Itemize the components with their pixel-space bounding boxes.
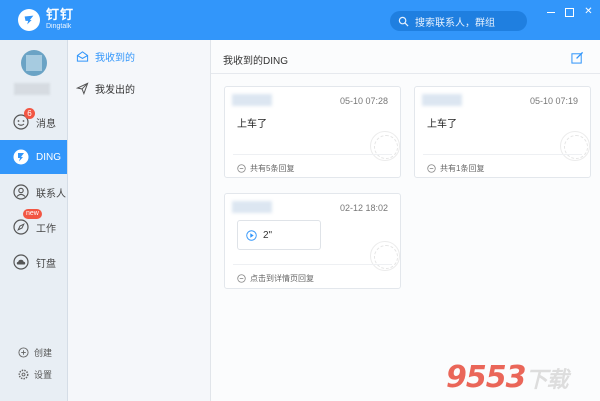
play-icon	[246, 229, 257, 241]
plus-circle-icon	[18, 347, 29, 358]
sender-name-blurred	[232, 201, 272, 213]
app-brand: 钉钉 Dingtalk	[46, 7, 74, 31]
comment-icon	[237, 274, 246, 283]
ding-icon	[12, 148, 30, 166]
comment-icon	[427, 164, 436, 173]
subnav-item-received[interactable]: 我收到的	[76, 45, 196, 67]
reply-link[interactable]: 点击到详情页回复	[237, 273, 314, 284]
card-divider	[233, 154, 392, 155]
nav-item-label: 联系人	[36, 188, 66, 200]
nav-item-label: 钉盘	[36, 258, 56, 270]
voice-duration: 2"	[263, 229, 273, 241]
reply-count[interactable]: 共有5条回复	[237, 163, 294, 174]
unread-badge: 6	[24, 108, 35, 119]
search-input[interactable]: 搜索联系人，群组	[390, 11, 527, 31]
read-stamp-icon	[370, 241, 400, 271]
ding-text: 上车了	[237, 119, 267, 130]
sender-name-blurred	[422, 94, 462, 106]
main-header: 我收到的DING	[211, 40, 600, 74]
title-bar: 钉钉 Dingtalk 搜索联系人，群组 ✕	[0, 0, 600, 40]
reply-label: 共有5条回复	[250, 164, 295, 173]
ding-text: 上车了	[427, 119, 457, 130]
chat-icon: 6	[12, 108, 35, 131]
window-controls: ✕	[545, 6, 594, 17]
voice-message[interactable]: 2"	[237, 220, 321, 250]
watermark-suffix: 下载	[525, 368, 569, 393]
watermark-number: 9553	[446, 360, 526, 395]
reply-label: 共有1条回复	[440, 164, 485, 173]
site-watermark: 9553下载	[446, 360, 569, 395]
read-stamp-icon	[560, 131, 590, 161]
gear-icon	[18, 369, 29, 380]
nav-item-label: DING	[36, 151, 61, 163]
nav-item-contacts[interactable]: 联系人	[0, 175, 67, 209]
nav-item-label: 消息	[36, 118, 56, 130]
subnav-label: 我收到的	[95, 52, 135, 64]
app-name: 钉钉	[46, 7, 75, 22]
nav-item-messages[interactable]: 6 消息	[0, 105, 67, 139]
nav-item-work[interactable]: new 工作	[0, 209, 67, 244]
app-name-en: Dingtalk	[46, 23, 72, 30]
page-title: 我收到的DING	[223, 56, 288, 67]
compass-icon: new	[12, 209, 42, 236]
minimize-icon[interactable]	[545, 6, 556, 17]
ding-card[interactable]: 05-10 07:28 上车了 共有5条回复	[224, 86, 401, 178]
avatar[interactable]	[21, 50, 47, 76]
settings-label: 设置	[34, 370, 53, 380]
comment-icon	[237, 164, 246, 173]
nav-item-label: 工作	[36, 223, 56, 235]
nav-item-ding[interactable]: DING	[0, 140, 67, 174]
card-divider	[423, 154, 582, 155]
subnav-label: 我发出的	[95, 84, 135, 96]
reply-label: 点击到详情页回复	[250, 274, 314, 283]
reply-count[interactable]: 共有1条回复	[427, 163, 484, 174]
create-button[interactable]: 创建	[18, 346, 52, 359]
main-nav: 6 消息 DING 联系人 new 工作 钉盘 创建 设置	[0, 40, 68, 401]
close-icon[interactable]: ✕	[583, 6, 594, 17]
ding-card[interactable]: 05-10 07:19 上车了 共有1条回复	[414, 86, 591, 178]
ding-time: 02-12 18:02	[339, 203, 388, 213]
nav-item-drive[interactable]: 钉盘	[0, 245, 67, 279]
compose-icon[interactable]	[571, 51, 584, 64]
send-icon	[76, 81, 89, 95]
settings-button[interactable]: 设置	[18, 368, 52, 381]
card-divider	[233, 264, 392, 265]
cloud-drive-icon	[12, 253, 30, 271]
dingtalk-logo-icon	[18, 9, 40, 31]
read-stamp-icon	[370, 131, 400, 161]
ding-subnav: 我收到的 我发出的	[68, 40, 211, 401]
create-label: 创建	[34, 348, 53, 358]
ding-time: 05-10 07:28	[339, 96, 388, 106]
inbox-icon	[76, 50, 89, 62]
maximize-icon[interactable]	[564, 6, 575, 17]
ding-time: 05-10 07:19	[529, 96, 578, 106]
search-placeholder: 搜索联系人，群组	[415, 17, 495, 29]
contacts-icon	[12, 183, 30, 201]
sender-name-blurred	[232, 94, 272, 106]
username-blurred	[14, 83, 50, 95]
search-icon	[398, 16, 409, 27]
main-panel: 我收到的DING 05-10 07:28 上车了 共有5条回复 05-10 07…	[211, 40, 600, 401]
new-badge: new	[23, 209, 42, 219]
ding-card[interactable]: 02-12 18:02 2" 点击到详情页回复	[224, 193, 401, 289]
subnav-item-sent[interactable]: 我发出的	[76, 77, 196, 99]
